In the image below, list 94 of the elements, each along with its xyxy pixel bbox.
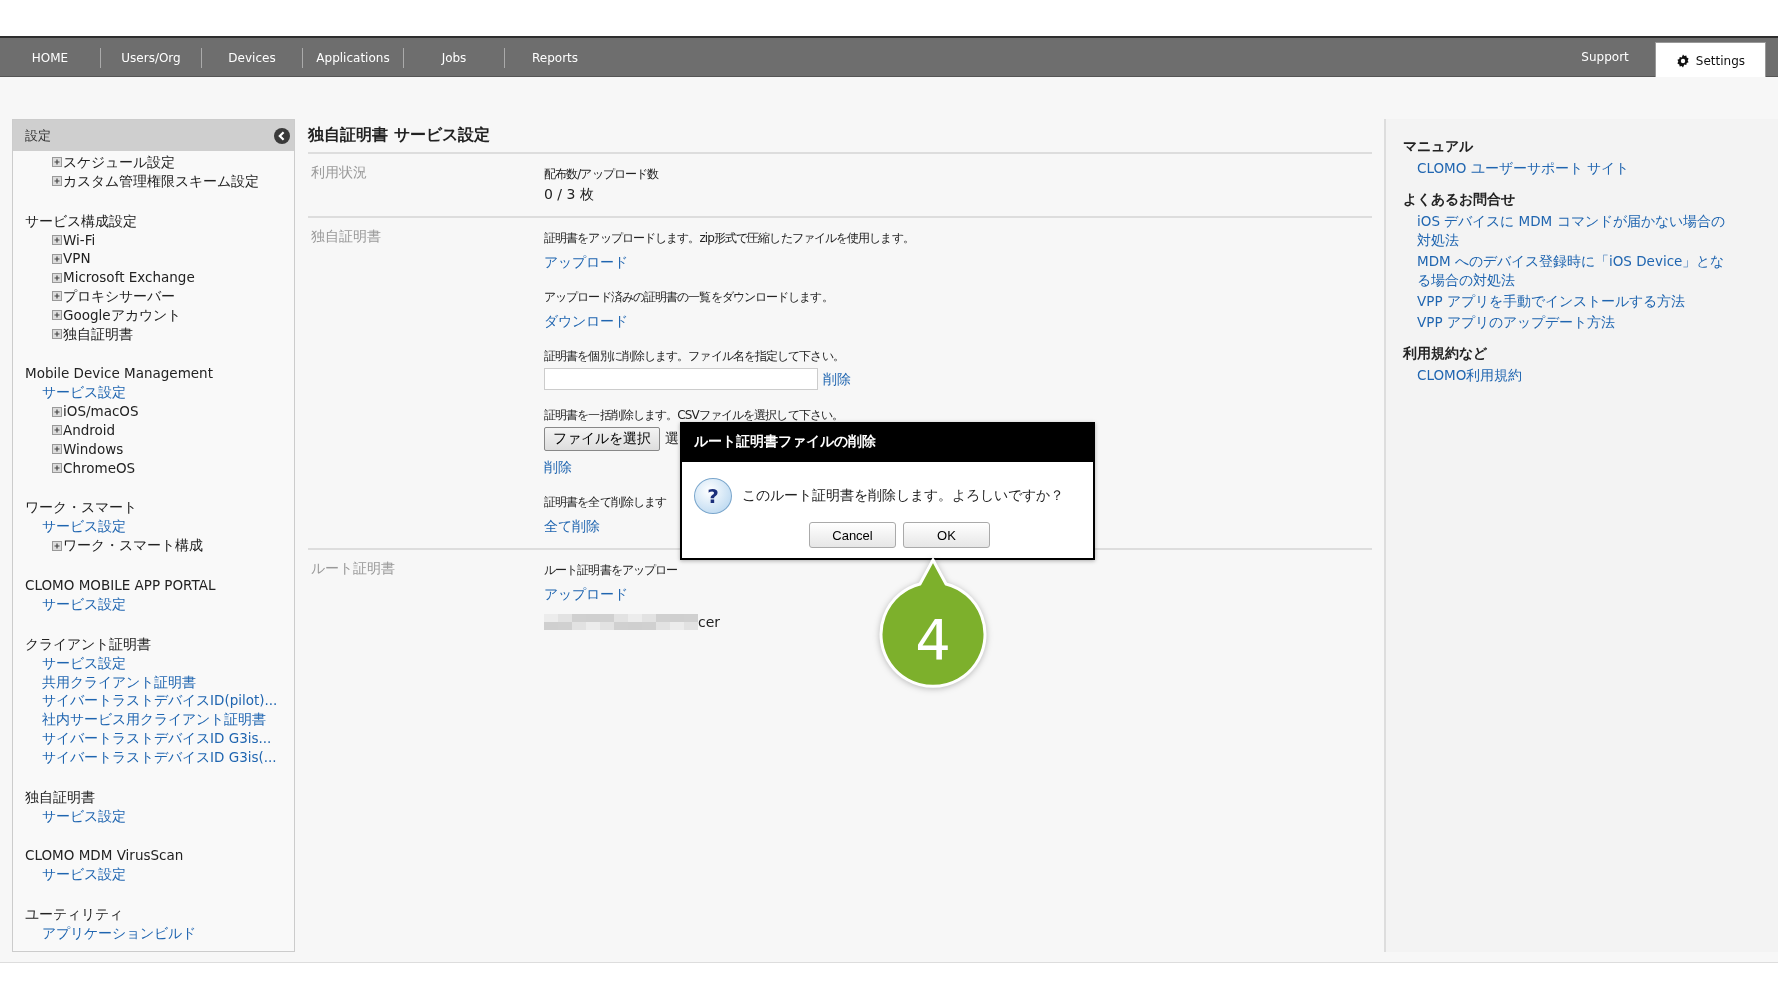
tree-item[interactable]: ワーク・スマート構成 xyxy=(25,536,203,555)
section-heading: CLOMO MOBILE APP PORTAL xyxy=(25,575,217,595)
section-heading: ワーク・スマート xyxy=(25,498,138,518)
tree-item[interactable]: Android xyxy=(25,420,116,440)
nav-tab[interactable]: Jobs xyxy=(404,48,505,68)
sidebar-link[interactable]: サービス設定 xyxy=(25,517,126,537)
nav-tab[interactable]: Reports xyxy=(505,48,605,68)
action-link[interactable]: アップロード xyxy=(544,584,628,604)
step-number: 4 xyxy=(914,608,952,672)
description-text: 証明書を一括削除します。CSVファイルを選択して下さい。 xyxy=(544,407,843,423)
section-heading: 利用規約など xyxy=(1403,344,1487,363)
expand-icon xyxy=(52,310,62,321)
help-link[interactable]: MDM へのデバイス登録時に「iOS Device」となる場合の対処法 xyxy=(1403,252,1737,290)
help-link[interactable]: VPP アプリを手動でインストールする方法 xyxy=(1403,292,1737,311)
help-link[interactable]: CLOMO ユーザーサポート サイト xyxy=(1403,159,1737,178)
description-text: 証明書を個別に削除します。ファイル名を指定して下さい。 xyxy=(544,348,844,364)
expand-icon xyxy=(52,444,62,455)
sidebar-link[interactable]: サービス設定 xyxy=(25,594,126,614)
section-heading: Mobile Device Management xyxy=(25,364,214,384)
section-heading: マニュアル xyxy=(1403,137,1473,156)
dialog-button[interactable]: Cancel xyxy=(809,522,896,548)
section-heading: クライアント証明書 xyxy=(25,634,152,654)
gear-icon xyxy=(1675,53,1690,68)
description-text: 配布数/アップロード数 xyxy=(544,166,659,182)
sidebar-link[interactable]: アプリケーションビルド xyxy=(25,924,196,943)
help-link[interactable]: CLOMO利用規約 xyxy=(1403,366,1737,385)
expand-icon xyxy=(52,235,62,245)
file-name: cer xyxy=(698,614,721,630)
expand-icon xyxy=(52,425,62,436)
expand-icon xyxy=(52,540,62,551)
expand-icon xyxy=(52,272,62,283)
nav-tab[interactable]: HOME xyxy=(0,48,101,68)
expand-icon xyxy=(52,157,62,168)
tree-item[interactable]: Wi-Fi xyxy=(25,230,96,250)
row-label: ルート証明書 xyxy=(310,560,396,578)
tree-item[interactable]: VPN xyxy=(25,249,91,269)
sidebar-link[interactable]: 社内サービス用クライアント証明書 xyxy=(25,710,266,729)
expand-icon xyxy=(52,253,62,264)
dialog-message: このルート証明書を削除します。よろしいですか？ xyxy=(742,487,1064,505)
action-link[interactable]: ダウンロード xyxy=(544,311,628,331)
section-heading: CLOMO MDM VirusScan xyxy=(25,846,185,866)
expand-icon xyxy=(52,406,62,417)
description-text: 証明書を全て削除します xyxy=(544,494,667,510)
expand-icon xyxy=(52,176,62,187)
row-label: 独自証明書 xyxy=(310,228,382,246)
question-icon: ? xyxy=(694,478,732,514)
help-link[interactable]: VPP アプリのアップデート方法 xyxy=(1403,313,1737,332)
dialog-button[interactable]: OK xyxy=(903,522,990,548)
section-heading: ユーティリティ xyxy=(25,905,124,925)
action-link[interactable]: アップロード xyxy=(544,252,628,272)
section-heading: よくあるお問合せ xyxy=(1403,190,1515,209)
input-field[interactable] xyxy=(544,368,818,390)
delete-link[interactable]: 削除 xyxy=(823,369,851,389)
nav-tab[interactable]: Support xyxy=(1555,38,1655,76)
page-title: 独自証明書 サービス設定 xyxy=(308,125,1372,154)
nav-tab[interactable]: Settings xyxy=(1654,42,1766,78)
description-text: ルート証明書をアップロー xyxy=(544,562,678,578)
nav-tab[interactable]: Devices xyxy=(202,48,303,68)
count-value: 0 / 3 枚 xyxy=(544,186,594,204)
tree-item[interactable]: 独自証明書 xyxy=(25,324,133,344)
section-heading: サービス構成設定 xyxy=(25,211,138,231)
description-text: アップロード済みの証明書の一覧をダウンロードします。 xyxy=(544,289,833,305)
help-link[interactable]: iOS デバイスに MDM コマンドが届かない場合の対処法 xyxy=(1403,212,1737,250)
sidebar-link[interactable]: 共用クライアント証明書 xyxy=(25,672,196,692)
tree-item[interactable]: プロキシサーバー xyxy=(25,287,175,306)
expand-icon xyxy=(52,291,62,302)
choose-file-button[interactable]: ファイルを選択 xyxy=(544,427,660,451)
tree-item[interactable]: ChromeOS xyxy=(25,458,136,478)
collapse-icon[interactable] xyxy=(274,127,290,144)
tree-item[interactable]: Microsoft Exchange xyxy=(25,268,195,287)
sidebar-link[interactable]: サービス設定 xyxy=(25,806,126,826)
section-heading: 独自証明書 xyxy=(25,787,96,807)
sidebar-title: 設定 xyxy=(25,126,51,145)
sidebar-link[interactable]: サイバートラストデバイスID(pilot)... xyxy=(25,691,278,711)
dialog-title: ルート証明書ファイルの削除 xyxy=(682,424,1093,462)
action-link[interactable]: 削除 xyxy=(544,457,572,477)
expand-icon xyxy=(52,328,62,339)
sidebar-link[interactable]: サービス設定 xyxy=(25,653,126,673)
tree-item[interactable]: スケジュール設定 xyxy=(25,153,175,172)
description-text: 証明書をアップロードします。zip形式で圧縮したファイルを使用します。 xyxy=(544,230,914,246)
tree-item[interactable]: カスタム管理権限スキーム設定 xyxy=(25,171,259,191)
action-link[interactable]: 全て削除 xyxy=(544,516,600,536)
sidebar-link[interactable]: サービス設定 xyxy=(25,383,126,403)
sidebar-link[interactable]: サービス設定 xyxy=(25,865,126,885)
nav-tab[interactable]: Users/Org xyxy=(101,48,202,68)
row-label: 利用状況 xyxy=(310,164,368,182)
nav-tab[interactable]: Applications xyxy=(303,48,404,68)
tree-item[interactable]: iOS/macOS xyxy=(25,402,139,421)
sidebar-link[interactable]: サイバートラストデバイスID G3is(... xyxy=(25,747,277,767)
sidebar-link[interactable]: サイバートラストデバイスID G3is... xyxy=(25,728,272,748)
tree-item[interactable]: Windows xyxy=(25,439,124,459)
tree-item[interactable]: Googleアカウント xyxy=(25,305,181,325)
expand-icon xyxy=(52,462,62,473)
file-status-text: 選 xyxy=(665,430,679,448)
